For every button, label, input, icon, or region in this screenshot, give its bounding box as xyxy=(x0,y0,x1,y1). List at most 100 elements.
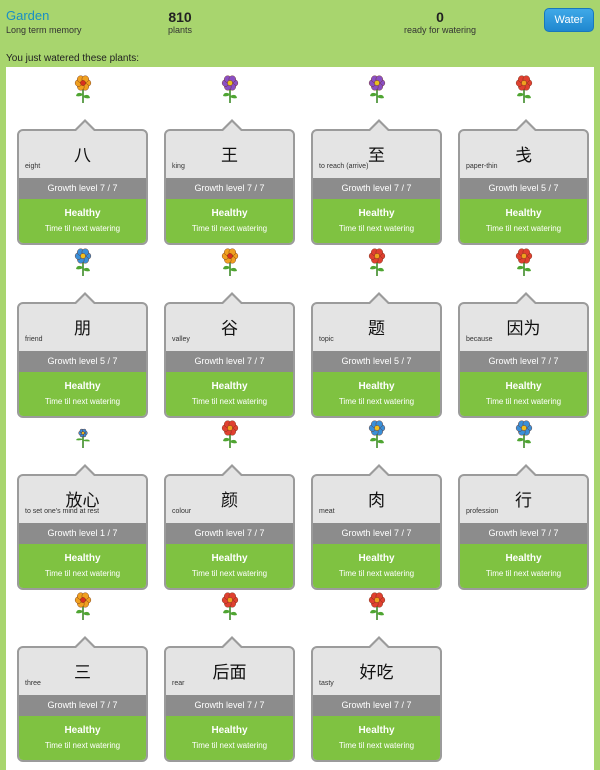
next-watering: Time til next watering xyxy=(338,397,415,406)
plant-card[interactable]: 王 king Growth level 7 / 7 Healthy Time t… xyxy=(164,119,295,245)
health-section: Healthy Time til next watering xyxy=(19,716,146,760)
next-watering: Time til next watering xyxy=(485,397,562,406)
plant-card[interactable]: 因为 because Growth level 7 / 7 Healthy Ti… xyxy=(458,292,589,418)
next-watering: Time til next watering xyxy=(44,569,121,578)
flower-icon xyxy=(71,419,95,449)
next-watering: Time til next watering xyxy=(191,741,268,750)
garden-subtitle: Long term memory xyxy=(6,25,82,35)
plant-meaning: profession xyxy=(466,508,499,515)
plant-meaning: paper-thin xyxy=(466,163,498,170)
flower-icon xyxy=(71,74,95,104)
plants-count: 810 xyxy=(168,9,192,25)
flower-icon xyxy=(71,247,95,277)
flower-icon xyxy=(218,419,242,449)
growth-level: Growth level 7 / 7 xyxy=(166,351,293,372)
ready-stat: 0 ready for watering xyxy=(390,9,490,36)
health-status: Healthy xyxy=(358,381,395,392)
plant-card[interactable]: 三 three Growth level 7 / 7 Healthy Time … xyxy=(17,636,148,762)
plant-card[interactable]: 戋 paper-thin Growth level 5 / 7 Healthy … xyxy=(458,119,589,245)
plant-hanzi: 王 xyxy=(221,146,238,166)
watered-intro: You just watered these plants: xyxy=(6,53,140,64)
health-status: Healthy xyxy=(358,208,395,219)
next-watering: Time til next watering xyxy=(338,741,415,750)
health-section: Healthy Time til next watering xyxy=(313,544,440,588)
health-section: Healthy Time til next watering xyxy=(460,544,587,588)
next-watering: Time til next watering xyxy=(191,569,268,578)
flower-icon xyxy=(218,247,242,277)
next-watering: Time til next watering xyxy=(44,741,121,750)
plant-card[interactable]: 题 topic Growth level 5 / 7 Healthy Time … xyxy=(311,292,442,418)
health-section: Healthy Time til next watering xyxy=(19,199,146,243)
plants-label: plants xyxy=(167,25,193,35)
plant-card[interactable]: 八 eight Growth level 7 / 7 Healthy Time … xyxy=(17,119,148,245)
plant-card[interactable]: 谷 valley Growth level 7 / 7 Healthy Time… xyxy=(164,292,295,418)
health-status: Healthy xyxy=(505,208,542,219)
health-section: Healthy Time til next watering xyxy=(460,372,587,416)
plant-card[interactable]: 颜 colour Growth level 7 / 7 Healthy Time… xyxy=(164,464,295,590)
plants-stat: 810 plants xyxy=(160,9,200,36)
flower-icon xyxy=(365,247,389,277)
plant-card[interactable]: 行 profession Growth level 7 / 7 Healthy … xyxy=(458,464,589,590)
health-status: Healthy xyxy=(505,381,542,392)
flower-icon xyxy=(365,591,389,621)
growth-level: Growth level 7 / 7 xyxy=(19,695,146,716)
flower-icon xyxy=(71,591,95,621)
flower-icon xyxy=(365,419,389,449)
plant-meaning: colour xyxy=(172,508,192,515)
plant-card[interactable]: 朋 friend Growth level 5 / 7 Healthy Time… xyxy=(17,292,148,418)
plants-panel: 八 eight Growth level 7 / 7 Healthy Time … xyxy=(6,67,594,770)
growth-level: Growth level 5 / 7 xyxy=(460,178,587,199)
plant-card[interactable]: 后面 rear Growth level 7 / 7 Healthy Time … xyxy=(164,636,295,762)
growth-level: Growth level 5 / 7 xyxy=(313,351,440,372)
next-watering: Time til next watering xyxy=(44,397,121,406)
health-status: Healthy xyxy=(64,725,101,736)
growth-level: Growth level 7 / 7 xyxy=(313,695,440,716)
next-watering: Time til next watering xyxy=(338,569,415,578)
plant-meaning: valley xyxy=(172,336,190,343)
growth-level: Growth level 7 / 7 xyxy=(460,351,587,372)
plant-meaning: eight xyxy=(25,163,41,170)
plant-meaning: to set one's mind at rest xyxy=(25,508,100,515)
plant-meaning: friend xyxy=(25,336,43,343)
health-section: Healthy Time til next watering xyxy=(166,544,293,588)
health-status: Healthy xyxy=(64,208,101,219)
health-status: Healthy xyxy=(64,553,101,564)
water-button[interactable]: Water xyxy=(544,8,594,32)
health-section: Healthy Time til next watering xyxy=(166,716,293,760)
next-watering: Time til next watering xyxy=(485,224,562,233)
growth-level: Growth level 7 / 7 xyxy=(166,178,293,199)
health-status: Healthy xyxy=(505,553,542,564)
garden-brand: Garden Long term memory xyxy=(6,9,82,36)
health-status: Healthy xyxy=(211,381,248,392)
plant-card[interactable]: 至 to reach (arrive) Growth level 7 / 7 H… xyxy=(311,119,442,245)
health-status: Healthy xyxy=(211,208,248,219)
flower-icon xyxy=(512,74,536,104)
health-section: Healthy Time til next watering xyxy=(19,372,146,416)
health-status: Healthy xyxy=(358,725,395,736)
garden-title[interactable]: Garden xyxy=(6,9,82,23)
plant-hanzi: 后面 xyxy=(212,663,247,683)
growth-level: Growth level 5 / 7 xyxy=(19,351,146,372)
plant-card[interactable]: 肉 meat Growth level 7 / 7 Healthy Time t… xyxy=(311,464,442,590)
top-bar: Garden Long term memory 810 plants 0 rea… xyxy=(0,0,600,48)
next-watering: Time til next watering xyxy=(338,224,415,233)
health-section: Healthy Time til next watering xyxy=(166,199,293,243)
health-status: Healthy xyxy=(211,725,248,736)
health-section: Healthy Time til next watering xyxy=(166,372,293,416)
plant-card[interactable]: 好吃 tasty Growth level 7 / 7 Healthy Time… xyxy=(311,636,442,762)
plant-meaning: because xyxy=(466,336,493,343)
health-section: Healthy Time til next watering xyxy=(460,199,587,243)
plant-card[interactable]: 放心 to set one's mind at rest Growth leve… xyxy=(17,464,148,590)
health-section: Healthy Time til next watering xyxy=(313,372,440,416)
growth-level: Growth level 1 / 7 xyxy=(19,523,146,544)
flower-icon xyxy=(218,591,242,621)
health-status: Healthy xyxy=(211,553,248,564)
plant-meaning: tasty xyxy=(319,680,334,687)
health-status: Healthy xyxy=(64,381,101,392)
growth-level: Growth level 7 / 7 xyxy=(313,523,440,544)
flower-icon xyxy=(512,419,536,449)
growth-level: Growth level 7 / 7 xyxy=(313,178,440,199)
health-section: Healthy Time til next watering xyxy=(19,544,146,588)
next-watering: Time til next watering xyxy=(44,224,121,233)
plant-meaning: topic xyxy=(319,336,334,343)
